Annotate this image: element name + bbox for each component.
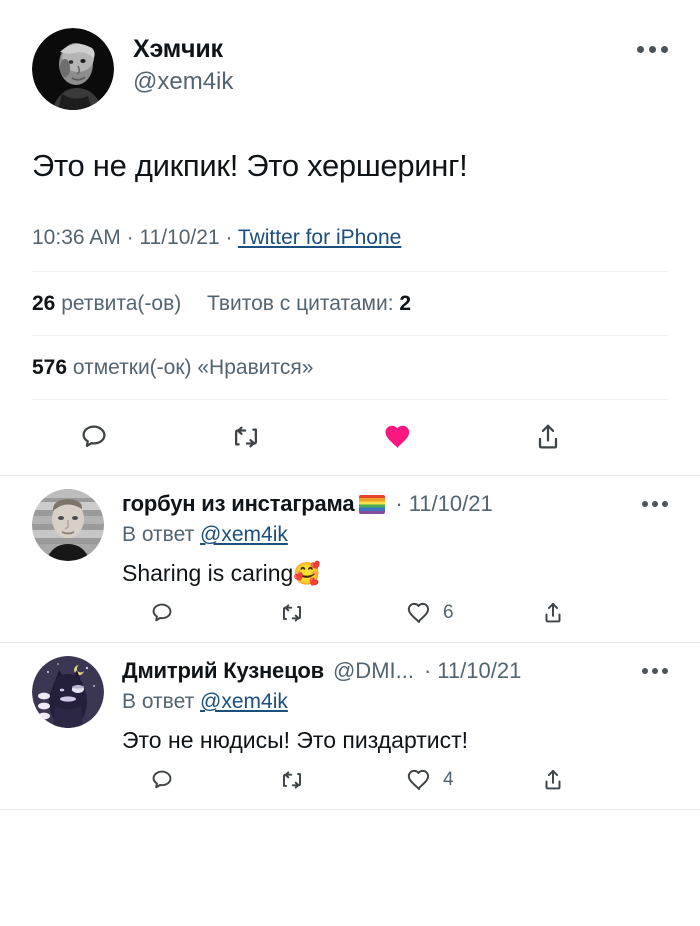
reply-display-name[interactable]: Дмитрий Кузнецов <box>122 658 324 684</box>
smiling-face-with-hearts-icon: 🥰 <box>293 561 321 587</box>
reply-text: Это не нюдисы! Это пиздартист! <box>122 726 668 755</box>
reply-1-header: горбун из инстаграма · 11/10/21 <box>122 491 668 517</box>
like-count: 6 <box>443 602 454 624</box>
main-tweet: Хэмчик @xem4ik Это не дикпик! Это хершер… <box>0 0 700 475</box>
reply-to-prefix: В ответ <box>122 690 195 714</box>
like-button[interactable] <box>382 421 414 453</box>
display-name[interactable]: Хэмчик <box>133 34 637 64</box>
reply-to-line: В ответ @xem4ik <box>122 690 668 714</box>
tweet-source-link[interactable]: Twitter for iPhone <box>238 226 401 249</box>
reply-2-header: Дмитрий Кузнецов @DMI... · 11/10/21 <box>122 658 668 684</box>
meta-separator-2: · <box>225 226 233 250</box>
retweet-stats-row: 26 ретвита(-ов) Твитов с цитатами: 2 <box>32 272 668 335</box>
reply-2-action-bar: 4 <box>122 755 668 809</box>
reply-button[interactable] <box>149 600 175 626</box>
retweet-count[interactable]: 26 <box>32 292 55 315</box>
reply-text: Sharing is caring🥰 <box>122 559 668 588</box>
main-tweet-header: Хэмчик @xem4ik <box>32 0 668 110</box>
likes-count[interactable]: 576 <box>32 356 67 379</box>
share-button[interactable] <box>532 421 564 453</box>
tweet-time: 10:36 AM <box>32 226 121 250</box>
like-button[interactable]: 4 <box>406 767 454 793</box>
reply-text-body: Это не нюдисы! Это пиздартист! <box>122 727 469 754</box>
reply-display-name[interactable]: горбун из инстаграма <box>122 491 355 517</box>
user-handle[interactable]: @xem4ik <box>133 67 637 97</box>
like-button[interactable]: 6 <box>406 600 454 626</box>
tweet-date: 11/10/21 <box>139 226 220 250</box>
avatar[interactable] <box>32 28 114 110</box>
reply-button[interactable] <box>149 767 175 793</box>
meta-separator-1: · <box>126 226 134 250</box>
reply-to-handle[interactable]: @xem4ik <box>200 523 288 546</box>
retweet-button[interactable] <box>230 421 262 453</box>
reply-separator: · <box>395 491 403 517</box>
reply-to-prefix: В ответ <box>122 523 195 547</box>
reply-1-action-bar: 6 <box>122 588 668 642</box>
share-button[interactable] <box>540 600 566 626</box>
reply-to-handle[interactable]: @xem4ik <box>200 690 288 713</box>
reply-1-content: горбун из инстаграма · 11/10/21 В ответ … <box>122 489 668 588</box>
rainbow-flag-icon <box>359 494 386 514</box>
main-tweet-action-bar <box>32 400 668 475</box>
retweet-button[interactable] <box>279 767 305 793</box>
reply-2-content: Дмитрий Кузнецов @DMI... · 11/10/21 В от… <box>122 656 668 755</box>
reply-item-1: горбун из инстаграма · 11/10/21 В ответ … <box>0 476 700 642</box>
reply-to-line: В ответ @xem4ik <box>122 523 668 547</box>
quote-tweets-label[interactable]: Твитов с цитатами: <box>207 292 394 315</box>
like-count: 4 <box>443 768 454 790</box>
more-horizontal-icon[interactable] <box>626 668 668 675</box>
reply-handle[interactable]: @DMI... <box>333 658 414 684</box>
reply-text-body: Sharing is caring <box>122 560 294 587</box>
reply-date[interactable]: 11/10/21 <box>437 658 521 684</box>
tweet-text: Это не дикпик! Это хершеринг! <box>32 148 468 183</box>
reply-separator: · <box>423 658 432 684</box>
reply-1-body: горбун из инстаграма · 11/10/21 В ответ … <box>32 476 668 588</box>
tweet-timestamp: 10:36 AM · 11/10/21 · Twitter for iPhone <box>32 226 668 250</box>
reply-2-body: Дмитрий Кузнецов @DMI... · 11/10/21 В от… <box>32 643 668 755</box>
avatar[interactable] <box>32 656 104 729</box>
reply-item-2: Дмитрий Кузнецов @DMI... · 11/10/21 В от… <box>0 643 700 809</box>
more-horizontal-icon[interactable] <box>637 28 668 53</box>
likes-stats-row: 576 отметки(-ок) «Нравится» <box>32 336 668 399</box>
divider-bottom <box>0 808 700 810</box>
tweet-thread-page: Хэмчик @xem4ik Это не дикпик! Это хершер… <box>0 0 700 926</box>
more-horizontal-icon[interactable] <box>626 501 668 508</box>
avatar[interactable] <box>32 489 104 562</box>
reply-button[interactable] <box>78 421 110 453</box>
likes-label[interactable]: отметки(-ок) «Нравится» <box>73 356 314 379</box>
retweet-button[interactable] <box>279 600 305 626</box>
main-tweet-identity: Хэмчик @xem4ik <box>133 28 637 97</box>
retweet-label[interactable]: ретвита(-ов) <box>61 292 181 315</box>
share-button[interactable] <box>540 767 566 793</box>
reply-date[interactable]: 11/10/21 <box>409 491 493 517</box>
quote-tweets-count[interactable]: 2 <box>399 292 411 315</box>
